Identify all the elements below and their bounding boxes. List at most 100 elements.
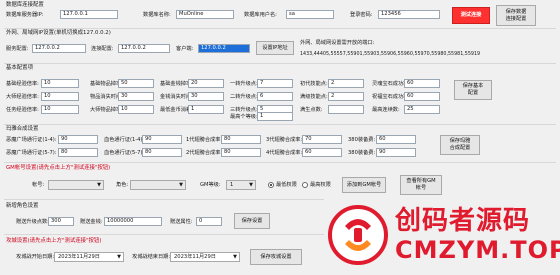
castle-start-date-picker[interactable]: 2023年11月29日 ▼ [54,252,124,262]
db-user-input[interactable]: sa [286,10,334,19]
master-item-drop-input[interactable]: 10 [118,105,154,114]
full-reborn-points-input[interactable] [328,105,364,114]
second-reborn-points-input[interactable]: 6 [257,92,293,101]
connect-config-input[interactable]: 127.0.0.2 [118,44,170,53]
gear380-rate-1-label: 380装备费: [348,137,376,143]
devil-square-1-4-input[interactable]: 90 [58,135,98,144]
db-section-title: 数据库连接配置 [6,2,44,8]
max-combo-label: 最高连续数: [372,107,400,113]
gm-level-label: GM等级: [200,182,221,188]
watermark-logo-icon [328,205,388,265]
min-money-cost-input[interactable]: 1 [188,105,224,114]
gm-level-value: 1 [230,182,234,188]
save-castle-settings-button[interactable]: 保存攻城设置 [250,249,302,265]
wing4-rate-input[interactable]: 60 [302,148,342,157]
chevron-down-icon: ▼ [179,182,183,188]
wing1-rate-label: 1代翅膀合成率: [186,137,223,143]
castle-end-date-value: 2023年11月29日 [174,254,216,260]
gift-level-points-input[interactable]: 300 [48,217,74,226]
gift-attribute-input[interactable]: 0 [196,217,222,226]
castle-end-date-picker[interactable]: 2023年11月29日 ▼ [170,252,240,262]
gear380-rate-2-label: 380装备费: [348,150,376,156]
server-config-input[interactable]: 127.0.0.2 [32,44,86,53]
gm-role-select[interactable]: ▼ [130,180,186,190]
gm-role-label: 角色: [116,182,129,188]
save-db-config-button[interactable]: 保存数据 连接配置 [496,5,536,26]
devil-square-5-7-input[interactable]: 80 [58,148,98,157]
chevron-down-icon: ▼ [249,182,253,188]
gm-account-select[interactable]: ▼ [48,180,104,190]
castle-start-date-label: 攻城战开始日期: [16,254,55,260]
max-skill-points-input[interactable]: 2 [328,92,364,101]
devil-square-5-7-label: 恶魔广场通行证(5-7): [6,150,57,156]
save-maya-config-button[interactable]: 保存玛雅 合成配置 [440,135,480,155]
bless-gem-rate-input[interactable]: 60 [404,92,440,101]
first-reborn-points-input[interactable]: 7 [257,79,293,88]
blood-castle-5-7-label: 血色通行证(5-7): [104,150,145,156]
blood-castle-1-4-input[interactable]: 90 [142,135,182,144]
radio-min-permission[interactable] [268,182,274,188]
devil-square-1-4-label: 恶魔广场通行证(1-4): [6,137,57,143]
db-user-label: 数据库用户名: [244,12,277,18]
wing3-rate-input[interactable]: 70 [302,135,342,144]
gm-section-title: GM帐号设置(请先点击上方"测试连接"按钮) [6,164,110,172]
max-combo-input[interactable]: 25 [404,105,440,114]
master-exp-rate-label: 大师经验倍率: [6,94,39,100]
max-level-input[interactable]: 1 [257,112,293,121]
save-basic-config-button[interactable]: 保存基本 配置 [454,80,492,100]
castle-start-date-value: 2023年11月29日 [58,254,100,260]
master-exp-rate-input[interactable]: 10 [41,92,79,101]
set-ip-button[interactable]: 设置IP地址 [256,41,294,55]
blood-castle-5-7-input[interactable]: 80 [142,148,182,157]
gift-level-points-label: 赠送升级点数: [16,219,49,225]
ext-section-title: 外网、局域网IP设置(单机切换成127.0.0.2) [6,30,111,36]
gear380-rate-2-input[interactable]: 90 [376,148,416,157]
test-connection-button[interactable]: 测试连接 [452,7,490,24]
divider [4,199,324,200]
db-password-input[interactable]: 123456 [378,10,440,19]
ports-value: 1433,44405,55557,55901,55903,55906,55960… [300,52,481,57]
gm-section-hint: (请先点击上方"测试连接"按钮) [36,165,111,171]
max-skill-points-label: 满级技能点: [300,94,328,100]
blood-castle-1-4-label: 血色通行证(1-4): [104,137,145,143]
divider [4,124,556,125]
castle-end-date-label: 攻城战结束日期: [132,254,171,260]
basic-money-drop-input[interactable]: 20 [188,79,224,88]
save-role-settings-button[interactable]: 保存设置 [234,213,270,229]
basic-exp-rate-label: 基础经验倍率: [6,81,39,87]
db-name-label: 数据库名称: [143,12,171,18]
quest-exp-rate-input[interactable]: 10 [41,105,79,114]
castle-section-title: 攻城设置(请先点击上方"测试连接"按钮) [6,237,101,245]
db-server-ip-label: 数据库服务器IP: [6,12,44,18]
wing1-rate-input[interactable]: 80 [221,135,261,144]
watermark: 创码者源码 CMZYM.TOP [327,198,560,272]
wing2-rate-input[interactable]: 80 [221,148,261,157]
calendar-dropdown-icon: ▼ [233,254,237,260]
wing4-rate-label: 4代翅膀合成率: [266,150,303,156]
db-name-input[interactable]: MuOnline [176,10,234,19]
full-reborn-points-label: 满生点数: [300,107,323,113]
view-gm-accounts-button[interactable]: 查看所有GM 帐号 [400,175,442,195]
soul-gem-rate-input[interactable]: 60 [404,79,440,88]
gm-level-select[interactable]: 1 ▼ [226,180,256,190]
wing2-rate-label: 2代翅膀合成率: [186,150,223,156]
radio-max-permission[interactable] [302,182,308,188]
divider [4,234,324,235]
gift-attribute-label: 赠送属性: [170,219,193,225]
watermark-domain: CMZYM.TOP [395,236,560,264]
basic-item-drop-input[interactable]: 50 [118,79,154,88]
gear380-rate-1-input[interactable]: 60 [376,135,416,144]
quest-exp-rate-label: 任务经验倍率: [6,107,39,113]
db-server-ip-input[interactable]: 127.0.0.1 [60,10,118,19]
radio-max-permission-label: 最高权限 [310,182,331,188]
gift-money-input[interactable]: 10000000 [104,217,162,226]
initial-skill-points-input[interactable]: 2 [328,79,364,88]
max-level-label: 最高个等级: [230,114,258,120]
item-vanish-time-input[interactable]: 30 [118,92,154,101]
add-gm-account-button[interactable]: 添加到GM帐号 [342,177,386,193]
connect-config-label: 连接配置: [91,46,114,52]
basic-exp-rate-input[interactable]: 10 [41,79,79,88]
money-vanish-time-input[interactable]: 30 [188,92,224,101]
gift-money-label: 赠送金钱: [80,219,103,225]
client-ip-input[interactable]: 127.0.0.2 [198,44,250,53]
